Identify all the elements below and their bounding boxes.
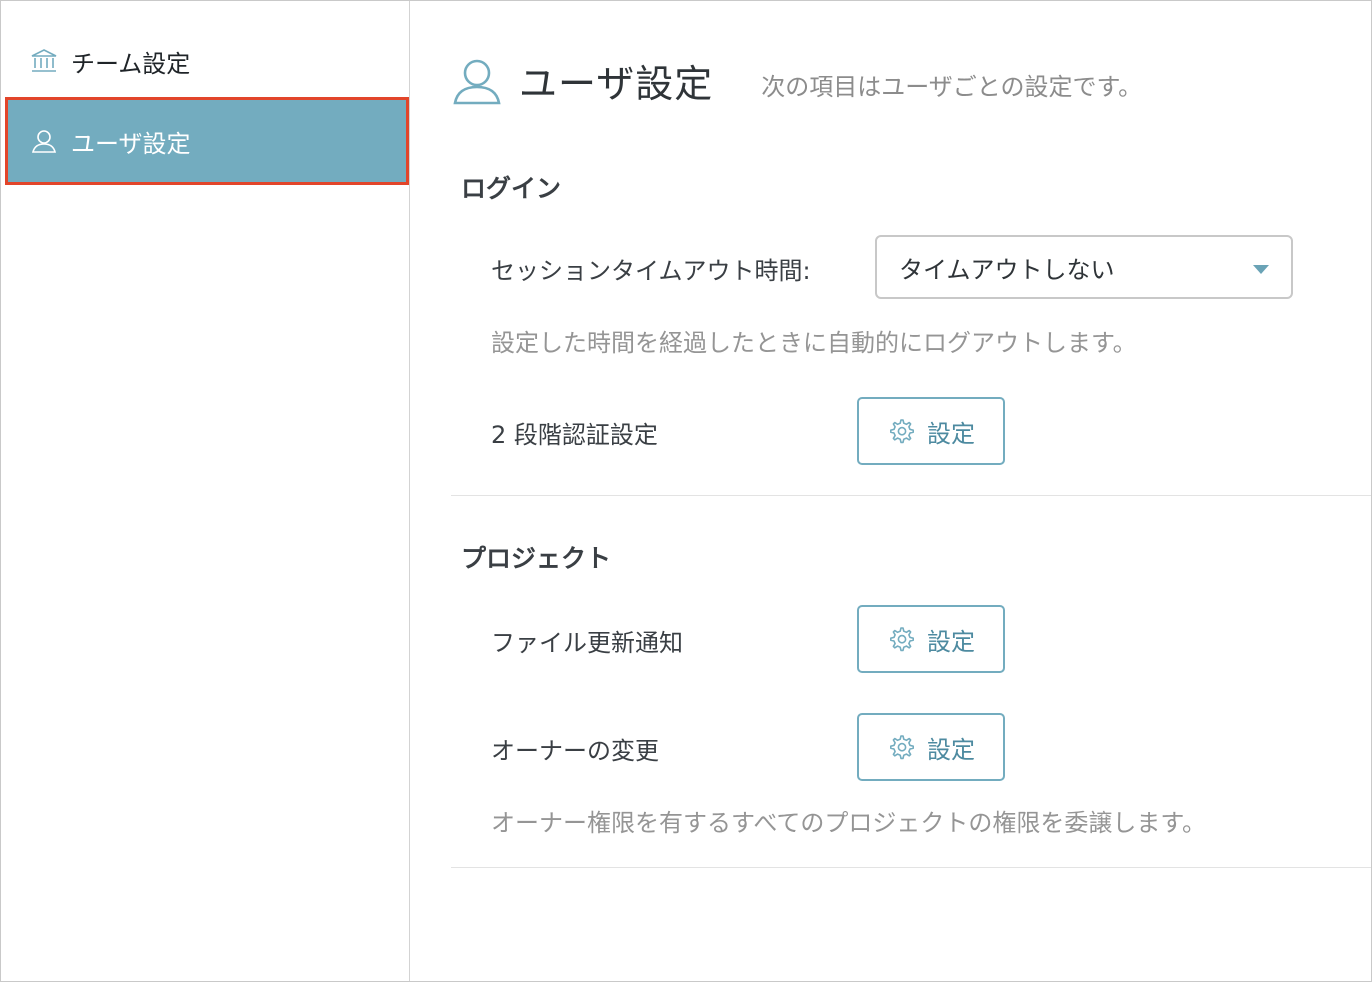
section-title-login: ログイン	[461, 174, 562, 203]
gear-icon	[890, 735, 914, 760]
sidebar: チーム設定 ユーザ設定	[1, 1, 410, 981]
session-timeout-select[interactable]: タイムアウトしない	[875, 235, 1293, 299]
bank-icon	[29, 46, 59, 76]
button-label: 設定	[927, 627, 975, 656]
chevron-down-icon	[1253, 265, 1269, 274]
section-divider	[451, 495, 1371, 496]
page-subtitle: 次の項目はユーザごとの設定です。	[761, 73, 1143, 101]
sidebar-item-label: ユーザ設定	[71, 129, 191, 158]
gear-icon	[890, 419, 914, 444]
user-icon	[29, 126, 59, 156]
session-timeout-label: セッションタイムアウト時間:	[491, 257, 811, 285]
main-content: ユーザ設定 次の項目はユーザごとの設定です。 ログイン セッションタイムアウト時…	[411, 1, 1371, 981]
section-divider	[451, 867, 1371, 868]
file-notify-settings-button[interactable]: 設定	[857, 605, 1005, 673]
sidebar-item-user-settings[interactable]: ユーザ設定	[5, 97, 409, 185]
gear-icon	[890, 627, 914, 652]
page-header: ユーザ設定 次の項目はユーザごとの設定です。	[451, 53, 1142, 108]
sidebar-item-label: チーム設定	[71, 49, 191, 78]
sidebar-item-team-settings[interactable]: チーム設定	[5, 19, 409, 103]
section-title-project: プロジェクト	[461, 544, 612, 573]
file-notify-label: ファイル更新通知	[491, 629, 683, 657]
button-label: 設定	[927, 735, 975, 764]
owner-change-settings-button[interactable]: 設定	[857, 713, 1005, 781]
user-icon	[453, 59, 501, 104]
settings-window: チーム設定 ユーザ設定 ユーザ設定 次の項目はユーザごとの設定です。 ログイン …	[0, 0, 1372, 982]
owner-change-label: オーナーの変更	[491, 737, 659, 765]
session-timeout-value: タイムアウトしない	[899, 255, 1115, 284]
two-factor-label: 2 段階認証設定	[491, 421, 658, 449]
owner-change-description: オーナー権限を有するすべてのプロジェクトの権限を委譲します。	[491, 809, 1206, 837]
two-factor-settings-button[interactable]: 設定	[857, 397, 1005, 465]
session-timeout-description: 設定した時間を経過したときに自動的にログアウトします。	[491, 329, 1137, 357]
button-label: 設定	[927, 419, 975, 448]
page-title: ユーザ設定	[519, 62, 714, 106]
